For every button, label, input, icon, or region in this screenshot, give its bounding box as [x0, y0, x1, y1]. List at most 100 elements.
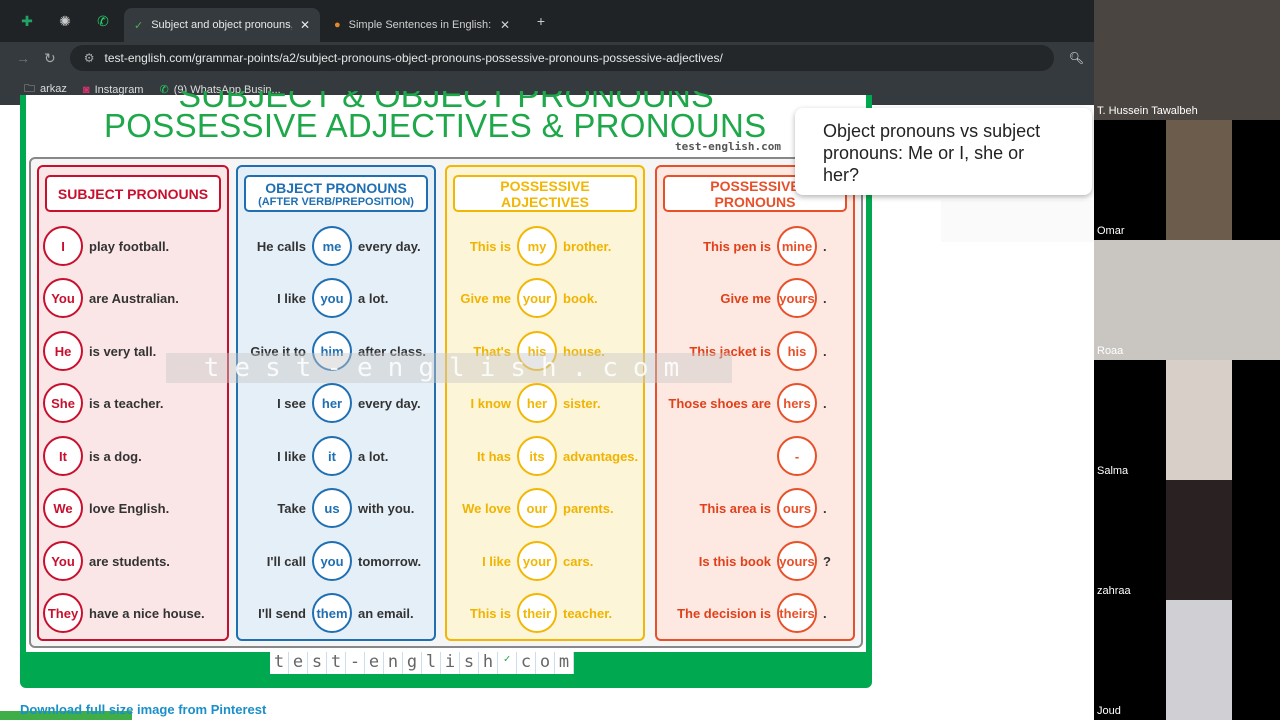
whatsapp-pinned-tab[interactable]: ✆	[86, 6, 120, 36]
tab-simple-sentences[interactable]: ● Simple Sentences in English: 50 ✕	[324, 8, 520, 42]
infographic: SUBJECT & OBJECT PRONOUNS POSSESSIVE ADJ…	[26, 91, 866, 652]
participant-tile[interactable]: Roaa	[1094, 240, 1280, 360]
example-row: This area is ours.	[661, 487, 849, 529]
example-before: Give me	[460, 290, 511, 306]
close-tab-icon[interactable]: ✕	[500, 18, 510, 32]
pronoun-board: SUBJECT PRONOUNS Iplay football. You are Au…	[29, 157, 863, 648]
close-tab-icon[interactable]: ✕	[300, 18, 310, 32]
pronoun-circle: I	[43, 226, 83, 266]
participant-tile[interactable]: T. Hussein Tawalbeh	[1094, 0, 1280, 120]
header-title: POSSESSIVE	[710, 177, 800, 194]
example-before: I like	[277, 448, 306, 464]
participant-tile[interactable]: Salma	[1094, 360, 1280, 480]
participant-tile[interactable]: Joud	[1094, 600, 1280, 720]
header-title: OBJECT PRONOUNS	[265, 179, 407, 196]
example-after: every day.	[358, 238, 421, 254]
pronoun-circle: We	[43, 488, 83, 528]
pronoun-circle: They	[43, 593, 83, 633]
download-link[interactable]: Download full size image from Pinterest	[20, 702, 266, 717]
example-before: Take	[277, 500, 306, 516]
example-after: is a dog.	[89, 448, 142, 464]
zoom-icon[interactable]: 🔍︎	[1069, 51, 1084, 65]
pronoun-circle: me	[312, 226, 352, 266]
example-row: Give me your book.	[451, 277, 639, 319]
example-after: book.	[563, 290, 598, 306]
example-after: teacher.	[563, 605, 613, 621]
pronoun-circle: you	[312, 541, 352, 581]
example-after: love English.	[89, 500, 170, 516]
participant-video	[1166, 120, 1232, 240]
pronoun-circle: us	[312, 488, 352, 528]
site-info-icon[interactable]: ⚙	[84, 51, 95, 65]
example-after: .	[823, 238, 827, 254]
pronoun-circle: his	[777, 331, 817, 371]
tab-title: Simple Sentences in English: 50	[348, 19, 492, 31]
example-row: We love English.	[43, 487, 223, 529]
participant-video	[1094, 0, 1280, 120]
example-before: I'll call	[266, 553, 306, 569]
watermark: test-english.com	[166, 353, 732, 383]
footer-letter: l	[422, 652, 441, 674]
header-title: SUBJECT PRONOUNS	[57, 185, 209, 202]
example-row: I see her every day.	[242, 382, 430, 424]
address-bar[interactable]: ⚙ test-english.com/grammar-points/a2/subj…	[69, 45, 1084, 71]
example-before: This is	[469, 605, 511, 621]
pronoun-circle: her	[517, 383, 557, 423]
example-before: Those shoes are	[668, 395, 771, 411]
example-row: -	[661, 435, 849, 477]
pronoun-circle: hers	[777, 383, 817, 423]
footer-brand: t e s t - e n g l i s h ✓ c o m	[270, 652, 574, 674]
tab-subject-pronouns[interactable]: ✓ Subject and object pronouns, p ✕	[124, 8, 320, 42]
reload-icon[interactable]: ↻	[44, 50, 56, 67]
footer-letter: s	[308, 652, 327, 674]
example-after: .	[823, 500, 827, 516]
sheets-pinned-tab[interactable]: ✚	[10, 6, 44, 36]
pronoun-circle: mine	[777, 226, 817, 266]
header-title: POSSESSIVE	[500, 177, 590, 194]
brand-label: test-english.com	[675, 140, 781, 153]
popup-card[interactable]: Object pronouns vs subject pronouns: Me …	[795, 108, 1092, 195]
example-row: I like it a lot.	[242, 435, 430, 477]
site-icon: ●	[334, 19, 341, 31]
footer-letter: t	[327, 652, 346, 674]
header-subtitle: (AFTER VERB/PREPOSITION)	[258, 195, 414, 208]
example-after: .	[823, 290, 827, 306]
example-row: I know her sister.	[451, 382, 639, 424]
sidebar-block	[941, 200, 1094, 242]
example-before: The decision is	[677, 605, 771, 621]
participant-video	[1166, 360, 1232, 480]
example-row: This is their teacher.	[451, 592, 639, 634]
footer-letter: n	[384, 652, 403, 674]
pronoun-circle: it	[312, 436, 352, 476]
example-after: tomorrow.	[358, 553, 422, 569]
participant-video	[1094, 240, 1280, 360]
check-icon: ✓	[134, 19, 144, 32]
chatgpt-pinned-tab[interactable]: ✺	[48, 6, 82, 36]
example-before: This pen is	[703, 238, 771, 254]
new-tab-button[interactable]: +	[524, 6, 558, 36]
column-pronoun: POSSESSIVE PRONOUNS This pen is mine. Give m…	[655, 165, 855, 641]
forward-icon[interactable]: →	[16, 50, 30, 66]
pronoun-circle: my	[517, 226, 557, 266]
example-after: brother.	[563, 238, 612, 254]
example-row: Take us with you.	[242, 487, 430, 529]
footer-letter: s	[460, 652, 479, 674]
participant-name: Roaa	[1097, 345, 1124, 357]
example-before: Give me	[720, 290, 771, 306]
example-row: You are students.	[43, 540, 223, 582]
example-after: .	[823, 343, 827, 359]
participant-tile[interactable]: Omar	[1094, 120, 1280, 240]
participant-tile[interactable]: zahraa	[1094, 480, 1280, 600]
column-header: POSSESSIVE ADJECTIVES	[453, 175, 637, 212]
footer-letter: o	[536, 652, 555, 674]
pronoun-circle: yours	[777, 278, 817, 318]
example-after: are Australian.	[89, 290, 179, 306]
example-before: This is	[469, 238, 511, 254]
pronoun-circle: your	[517, 278, 557, 318]
infographic-frame: SUBJECT & OBJECT PRONOUNS POSSESSIVE ADJ…	[20, 91, 872, 688]
example-row: You are Australian.	[43, 277, 223, 319]
example-after: a lot.	[358, 290, 389, 306]
page-content: SUBJECT & OBJECT PRONOUNS POSSESSIVE ADJ…	[0, 91, 1094, 720]
example-after: advantages.	[563, 448, 639, 464]
example-after: parents.	[563, 500, 614, 516]
